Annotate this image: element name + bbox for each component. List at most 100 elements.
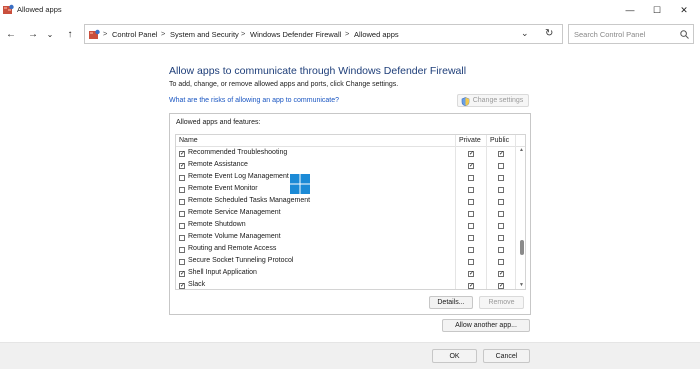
address-dropdown-icon[interactable]: ⌄ (521, 28, 529, 39)
private-checkbox[interactable] (468, 235, 474, 241)
public-checkbox[interactable] (498, 187, 504, 193)
up-button[interactable]: ↑ (62, 26, 78, 42)
public-checkbox[interactable] (498, 223, 504, 229)
maximize-icon: ☐ (652, 4, 662, 15)
private-checkbox[interactable] (468, 175, 474, 181)
title-bar: Allowed apps — ☐ ✕ (0, 0, 700, 20)
table-row[interactable]: Routing and Remote Access (176, 244, 514, 256)
app-name: Routing and Remote Access (188, 245, 277, 252)
search-placeholder: Search Control Panel (574, 30, 646, 39)
enabled-checkbox[interactable] (179, 199, 185, 205)
minimize-button[interactable]: — (616, 0, 644, 20)
app-name: Shell Input Application (188, 269, 257, 276)
private-checkbox[interactable]: ✓ (468, 271, 474, 277)
enabled-checkbox[interactable] (179, 175, 185, 181)
public-checkbox[interactable] (498, 163, 504, 169)
apps-list: Name Private Public ✓ Recommended Trouble… (175, 134, 526, 290)
table-row[interactable]: Remote Event Log Management (176, 172, 514, 184)
table-row[interactable]: Remote Event Monitor (176, 184, 514, 196)
allow-another-app-button[interactable]: Allow another app... (442, 319, 530, 332)
risks-link[interactable]: What are the risks of allowing an app to… (169, 97, 339, 104)
private-checkbox[interactable]: ✓ (468, 151, 474, 157)
scroll-thumb[interactable] (520, 240, 524, 255)
enabled-checkbox[interactable] (179, 235, 185, 241)
private-checkbox[interactable] (468, 259, 474, 265)
public-checkbox[interactable]: ✓ (498, 271, 504, 277)
table-row[interactable]: ✓ Slack ✓ ✓ (176, 280, 514, 289)
recent-locations-button[interactable]: ⌄ (42, 26, 58, 42)
public-checkbox[interactable]: ✓ (498, 283, 504, 289)
table-row[interactable]: Secure Socket Tunneling Protocol (176, 256, 514, 268)
app-name: Remote Assistance (188, 161, 248, 168)
column-header-private[interactable]: Private (459, 137, 481, 144)
group-label: Allowed apps and features: (176, 119, 261, 126)
enabled-checkbox[interactable] (179, 223, 185, 229)
search-input[interactable]: Search Control Panel (568, 24, 694, 44)
table-row[interactable]: ✓ Remote Assistance ✓ (176, 160, 514, 172)
enabled-checkbox[interactable] (179, 259, 185, 265)
details-button[interactable]: Details... (429, 296, 473, 309)
breadcrumb-system-security[interactable]: System and Security (170, 30, 239, 39)
enabled-checkbox[interactable] (179, 247, 185, 253)
column-header-name[interactable]: Name (179, 137, 198, 144)
refresh-icon[interactable]: ↻ (545, 28, 553, 39)
private-checkbox[interactable]: ✓ (468, 283, 474, 289)
breadcrumb-separator-icon: > (161, 29, 166, 38)
remove-button[interactable]: Remove (479, 296, 524, 309)
private-checkbox[interactable] (468, 187, 474, 193)
app-name: Remote Event Log Management (188, 173, 289, 180)
private-checkbox[interactable] (468, 211, 474, 217)
table-row[interactable]: Remote Shutdown (176, 220, 514, 232)
enabled-checkbox[interactable]: ✓ (179, 271, 185, 277)
enabled-checkbox[interactable] (179, 187, 185, 193)
forward-button[interactable]: → (25, 26, 41, 42)
enabled-checkbox[interactable]: ✓ (179, 151, 185, 157)
table-row[interactable]: Remote Scheduled Tasks Management (176, 196, 514, 208)
scroll-down-icon[interactable]: ▼ (519, 282, 524, 288)
ok-button[interactable]: OK (432, 349, 477, 363)
public-checkbox[interactable] (498, 199, 504, 205)
public-checkbox[interactable] (498, 259, 504, 265)
app-name: Remote Service Management (188, 209, 281, 216)
change-settings-button[interactable]: Change settings (457, 94, 529, 107)
enabled-checkbox[interactable]: ✓ (179, 283, 185, 289)
allowed-apps-group: Allowed apps and features: Name Private … (169, 113, 531, 315)
table-row[interactable]: Remote Volume Management (176, 232, 514, 244)
enabled-checkbox[interactable]: ✓ (179, 163, 185, 169)
dialog-footer: OK Cancel (0, 342, 700, 369)
cancel-button[interactable]: Cancel (483, 349, 530, 363)
chevron-down-icon: ⌄ (46, 29, 54, 39)
public-checkbox[interactable]: ✓ (498, 151, 504, 157)
enabled-checkbox[interactable] (179, 211, 185, 217)
private-checkbox[interactable]: ✓ (468, 163, 474, 169)
private-checkbox[interactable] (468, 247, 474, 253)
private-checkbox[interactable] (468, 223, 474, 229)
main-content: Allow apps to communicate through Window… (0, 48, 700, 342)
close-button[interactable]: ✕ (670, 0, 698, 20)
app-name: Remote Volume Management (188, 233, 281, 240)
list-scrollbar[interactable]: ▲ ▼ (518, 147, 525, 289)
control-panel-icon (89, 29, 100, 39)
maximize-button[interactable]: ☐ (643, 0, 671, 20)
app-name: Slack (188, 281, 206, 288)
app-name: Remote Event Monitor (188, 185, 258, 192)
windows-logo-icon (290, 174, 310, 194)
table-row[interactable]: Remote Service Management (176, 208, 514, 220)
table-row[interactable]: ✓ Shell Input Application ✓ ✓ (176, 268, 514, 280)
address-row: ← → ⌄ ↑ > Control Panel > System and Sec… (0, 20, 700, 48)
app-name: Remote Scheduled Tasks Management (188, 197, 311, 204)
public-checkbox[interactable] (498, 211, 504, 217)
breadcrumb-control-panel[interactable]: Control Panel (112, 30, 157, 39)
address-bar[interactable]: > Control Panel > System and Security > … (84, 24, 563, 44)
back-button[interactable]: ← (3, 26, 19, 42)
table-row[interactable]: ✓ Recommended Troubleshooting ✓ ✓ (176, 148, 514, 160)
back-arrow-icon: ← (6, 28, 16, 40)
public-checkbox[interactable] (498, 235, 504, 241)
public-checkbox[interactable] (498, 247, 504, 253)
scroll-up-icon[interactable]: ▲ (519, 147, 524, 153)
breadcrumb-firewall[interactable]: Windows Defender Firewall (250, 30, 341, 39)
column-header-public[interactable]: Public (490, 137, 509, 144)
breadcrumb-allowed-apps[interactable]: Allowed apps (354, 30, 399, 39)
public-checkbox[interactable] (498, 175, 504, 181)
private-checkbox[interactable] (468, 199, 474, 205)
